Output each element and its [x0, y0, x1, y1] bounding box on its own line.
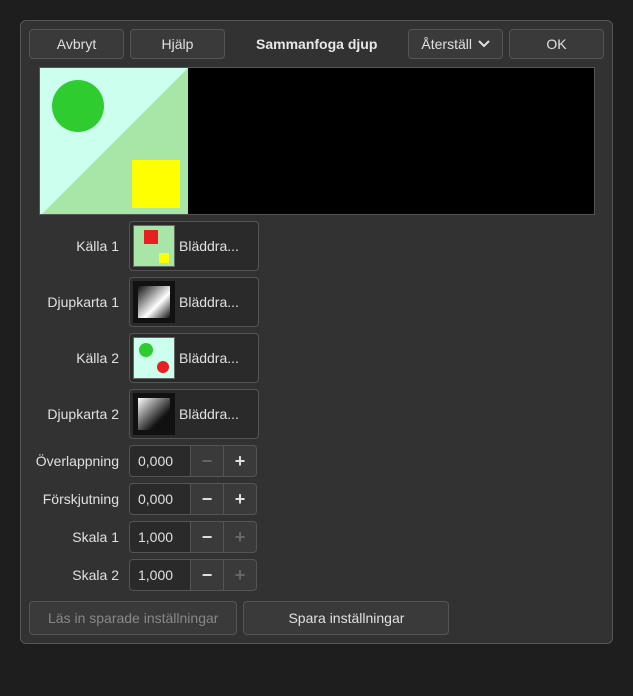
- row-depth2: Djupkarta 2 Bläddra...: [29, 389, 604, 439]
- toolbar: Avbryt Hjälp Sammanfoga djup Återställ O…: [29, 29, 604, 59]
- row-offset: Förskjutning − +: [29, 483, 604, 515]
- scale2-input[interactable]: [129, 559, 191, 591]
- label-offset: Förskjutning: [29, 491, 123, 507]
- label-source2: Källa 2: [29, 350, 123, 366]
- label-depth1: Djupkarta 1: [29, 294, 123, 310]
- label-overlap: Överlappning: [29, 453, 123, 469]
- reset-label: Återställ: [421, 36, 472, 52]
- row-overlap: Överlappning − +: [29, 445, 604, 477]
- offset-plus-button[interactable]: +: [223, 483, 257, 515]
- minus-icon: −: [202, 489, 213, 510]
- chevron-down-icon: [478, 40, 490, 48]
- depth2-browse-label: Bläddra...: [179, 406, 239, 422]
- minus-icon: −: [202, 527, 213, 548]
- bottom-buttons: Läs in sparade inställningar Spara instä…: [29, 601, 604, 635]
- depth1-browse[interactable]: Bläddra...: [129, 277, 259, 327]
- dialog: Avbryt Hjälp Sammanfoga djup Återställ O…: [20, 20, 613, 644]
- plus-icon: +: [235, 451, 246, 472]
- plus-icon: +: [235, 489, 246, 510]
- offset-stepper: − +: [129, 483, 257, 515]
- parameter-rows: Källa 1 Bläddra... Djupkarta 1 Bläddra..…: [29, 221, 604, 635]
- row-source1: Källa 1 Bläddra...: [29, 221, 604, 271]
- load-settings-button[interactable]: Läs in sparade inställningar: [29, 601, 237, 635]
- source2-browse-label: Bläddra...: [179, 350, 239, 366]
- dialog-title: Sammanfoga djup: [231, 36, 402, 52]
- plus-icon: +: [235, 527, 246, 548]
- scale1-input[interactable]: [129, 521, 191, 553]
- scale2-stepper: − +: [129, 559, 257, 591]
- scale1-stepper: − +: [129, 521, 257, 553]
- plus-icon: +: [235, 565, 246, 586]
- source1-browse-label: Bläddra...: [179, 238, 239, 254]
- offset-minus-button[interactable]: −: [190, 483, 224, 515]
- scale2-plus-button[interactable]: +: [223, 559, 257, 591]
- scale1-plus-button[interactable]: +: [223, 521, 257, 553]
- cancel-button[interactable]: Avbryt: [29, 29, 124, 59]
- overlap-plus-button[interactable]: +: [223, 445, 257, 477]
- overlap-input[interactable]: [129, 445, 191, 477]
- row-scale1: Skala 1 − +: [29, 521, 604, 553]
- depth2-browse[interactable]: Bläddra...: [129, 389, 259, 439]
- preview-image: [40, 68, 188, 215]
- scale2-minus-button[interactable]: −: [190, 559, 224, 591]
- source2-browse[interactable]: Bläddra...: [129, 333, 259, 383]
- ok-button[interactable]: OK: [509, 29, 604, 59]
- source2-thumbnail: [133, 337, 175, 379]
- scale1-minus-button[interactable]: −: [190, 521, 224, 553]
- help-button[interactable]: Hjälp: [130, 29, 225, 59]
- offset-input[interactable]: [129, 483, 191, 515]
- source1-browse[interactable]: Bläddra...: [129, 221, 259, 271]
- row-scale2: Skala 2 − +: [29, 559, 604, 591]
- overlap-minus-button[interactable]: −: [190, 445, 224, 477]
- depth1-browse-label: Bläddra...: [179, 294, 239, 310]
- depth1-thumbnail: [133, 281, 175, 323]
- overlap-stepper: − +: [129, 445, 257, 477]
- label-scale2: Skala 2: [29, 567, 123, 583]
- row-depth1: Djupkarta 1 Bläddra...: [29, 277, 604, 327]
- row-source2: Källa 2 Bläddra...: [29, 333, 604, 383]
- minus-icon: −: [202, 451, 213, 472]
- save-settings-button[interactable]: Spara inställningar: [243, 601, 449, 635]
- source1-thumbnail: [133, 225, 175, 267]
- reset-button[interactable]: Återställ: [408, 29, 503, 59]
- label-scale1: Skala 1: [29, 529, 123, 545]
- label-source1: Källa 1: [29, 238, 123, 254]
- label-depth2: Djupkarta 2: [29, 406, 123, 422]
- depth2-thumbnail: [133, 393, 175, 435]
- minus-icon: −: [202, 565, 213, 586]
- preview-area: [39, 67, 595, 215]
